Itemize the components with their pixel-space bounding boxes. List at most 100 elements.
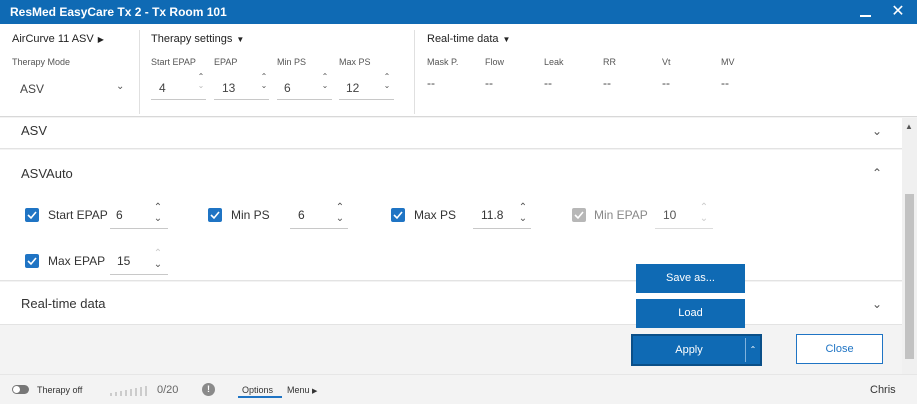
chevron-up-icon[interactable]: ⌃ [746, 336, 760, 364]
chevron-up-icon[interactable]: ⌃ [196, 72, 206, 81]
setting-label: Start EPAP [151, 57, 196, 67]
chevron-down-icon[interactable]: ⌄ [320, 81, 330, 90]
chevron-up-icon[interactable]: ⌃ [335, 202, 345, 213]
therapy-settings-dropdown[interactable]: Therapy settings ▼ [151, 33, 244, 45]
chevron-down-icon[interactable]: ⌄ [872, 124, 884, 138]
checkbox-label: Max PS [414, 208, 457, 222]
chevron-up-icon[interactable]: ⌃ [153, 202, 163, 213]
close-button[interactable]: Close [796, 334, 883, 364]
realtime-col-value: -- [662, 76, 670, 90]
realtime-col-label: Leak [544, 57, 564, 67]
realtime-col-value: -- [544, 76, 552, 90]
max-ps-stepper[interactable]: ⌃ ⌄ [518, 202, 528, 224]
field-underline [339, 99, 394, 100]
panel-asvauto: ASVAuto ⌃ Start EPAP 6 ⌃ ⌄ Min PS 6 ⌃ ⌄ Ma… [0, 150, 902, 281]
field-underline [290, 228, 348, 229]
chevron-up-icon[interactable]: ⌃ [320, 72, 330, 81]
menu-label: Menu [287, 385, 310, 395]
scroll-up-icon[interactable]: ▲ [905, 122, 913, 131]
max-epap-checkbox[interactable] [25, 254, 39, 268]
panel-title: Real-time data [21, 296, 106, 311]
field-underline [110, 228, 168, 229]
caret-down-icon: ▼ [236, 35, 245, 44]
user-name: Chris [870, 384, 896, 396]
alert-icon[interactable]: ! [202, 383, 215, 396]
menu-button[interactable]: Menu ▶ [287, 385, 317, 395]
setting-label: Min PS [277, 57, 307, 67]
min-ps-input[interactable]: 6 [298, 208, 305, 222]
realtime-col-value: -- [603, 76, 611, 90]
panel-asv[interactable]: ASV ⌄ [0, 118, 902, 149]
min-epap-checkbox [572, 208, 586, 222]
chevron-down-icon[interactable]: ⌄ [153, 259, 163, 270]
realtime-label: Real-time data [427, 33, 499, 45]
realtime-col-label: Vt [662, 57, 671, 67]
min-ps-checkbox[interactable] [208, 208, 222, 222]
chevron-up-icon[interactable]: ⌃ [382, 72, 392, 81]
caret-down-icon: ▼ [502, 35, 511, 44]
field-underline [473, 228, 531, 229]
chevron-up-icon[interactable]: ⌃ [872, 166, 884, 180]
chevron-down-icon[interactable]: ⌄ [153, 213, 163, 224]
min-ps-value[interactable]: 6 [284, 81, 291, 95]
start-epap-value[interactable]: 4 [159, 81, 166, 95]
start-epap-input[interactable]: 6 [116, 208, 123, 222]
device-name: AirCurve 11 ASV [12, 33, 94, 45]
session-count: 0/20 [157, 384, 179, 396]
load-button[interactable]: Load [636, 299, 745, 328]
chevron-up-icon: ⌃ [699, 202, 709, 213]
chevron-down-icon[interactable]: ⌄ [335, 213, 345, 224]
max-ps-stepper[interactable]: ⌃ ⌄ [382, 72, 392, 90]
therapy-mode-label: Therapy Mode [12, 57, 71, 67]
epap-stepper[interactable]: ⌃ ⌄ [259, 72, 269, 90]
toggle-knob [13, 386, 20, 393]
chevron-down-icon[interactable]: ⌄ [196, 81, 206, 90]
max-ps-checkbox[interactable] [391, 208, 405, 222]
max-ps-input[interactable]: 11.8 [481, 208, 503, 222]
start-epap-stepper[interactable]: ⌃ ⌄ [153, 202, 163, 224]
close-window-button[interactable]: ✕ [882, 0, 914, 24]
checkbox-label: Min PS [231, 208, 270, 222]
therapy-settings-label: Therapy settings [151, 33, 233, 45]
field-underline [151, 99, 206, 100]
save-as-button[interactable]: Save as... [636, 264, 745, 293]
chevron-down-icon[interactable]: ⌄ [382, 81, 392, 90]
therapy-toggle[interactable] [12, 385, 29, 394]
panel-title: ASV [21, 123, 48, 138]
chevron-down-icon[interactable]: ⌄ [259, 81, 269, 90]
apply-split-button[interactable]: Apply ⌃ [631, 334, 762, 366]
caret-right-icon: ▶ [97, 35, 104, 44]
realtime-col-label: Flow [485, 57, 505, 67]
start-epap-checkbox[interactable] [25, 208, 39, 222]
field-underline [655, 228, 713, 229]
chevron-down-icon[interactable]: ⌄ [872, 297, 884, 311]
max-ps-value[interactable]: 12 [346, 81, 359, 95]
realtime-col-value: -- [485, 76, 493, 90]
realtime-col-label: MV [721, 57, 735, 67]
max-epap-stepper[interactable]: ⌃ ⌄ [153, 248, 163, 270]
header-panel: AirCurve 11 ASV ▶ Therapy Mode ASV ⌄ Ther… [0, 24, 917, 117]
chevron-up-icon[interactable]: ⌃ [518, 202, 528, 213]
window-title: ResMed EasyCare Tx 2 - Tx Room 101 [10, 5, 227, 19]
max-epap-input[interactable]: 15 [117, 254, 130, 268]
start-epap-stepper[interactable]: ⌃ ⌄ [196, 72, 206, 90]
min-ps-stepper[interactable]: ⌃ ⌄ [335, 202, 345, 224]
title-bar: ResMed EasyCare Tx 2 - Tx Room 101 ✕ [0, 0, 917, 24]
panel-realtime[interactable]: Real-time data ⌄ [0, 282, 902, 325]
panel-title[interactable]: ASVAuto [21, 166, 73, 181]
min-ps-stepper[interactable]: ⌃ ⌄ [320, 72, 330, 90]
minimize-button[interactable] [850, 0, 882, 24]
chevron-up-icon[interactable]: ⌃ [153, 248, 163, 259]
device-selector[interactable]: AirCurve 11 ASV ▶ [12, 33, 104, 45]
checkbox-label: Min EPAP [594, 208, 648, 222]
options-tab[interactable]: Options [242, 385, 273, 395]
content-area: ASV ⌄ ASVAuto ⌃ Start EPAP 6 ⌃ ⌄ Min PS 6… [0, 118, 902, 374]
chevron-up-icon[interactable]: ⌃ [259, 72, 269, 81]
epap-value[interactable]: 13 [222, 81, 235, 95]
realtime-dropdown[interactable]: Real-time data ▼ [427, 33, 510, 45]
chevron-down-icon[interactable]: ⌄ [518, 213, 528, 224]
scroll-thumb[interactable] [905, 194, 914, 359]
therapy-mode-value: ASV [20, 82, 45, 96]
apply-button[interactable]: Apply [633, 336, 745, 364]
vertical-scrollbar[interactable]: ▲ [902, 118, 917, 374]
